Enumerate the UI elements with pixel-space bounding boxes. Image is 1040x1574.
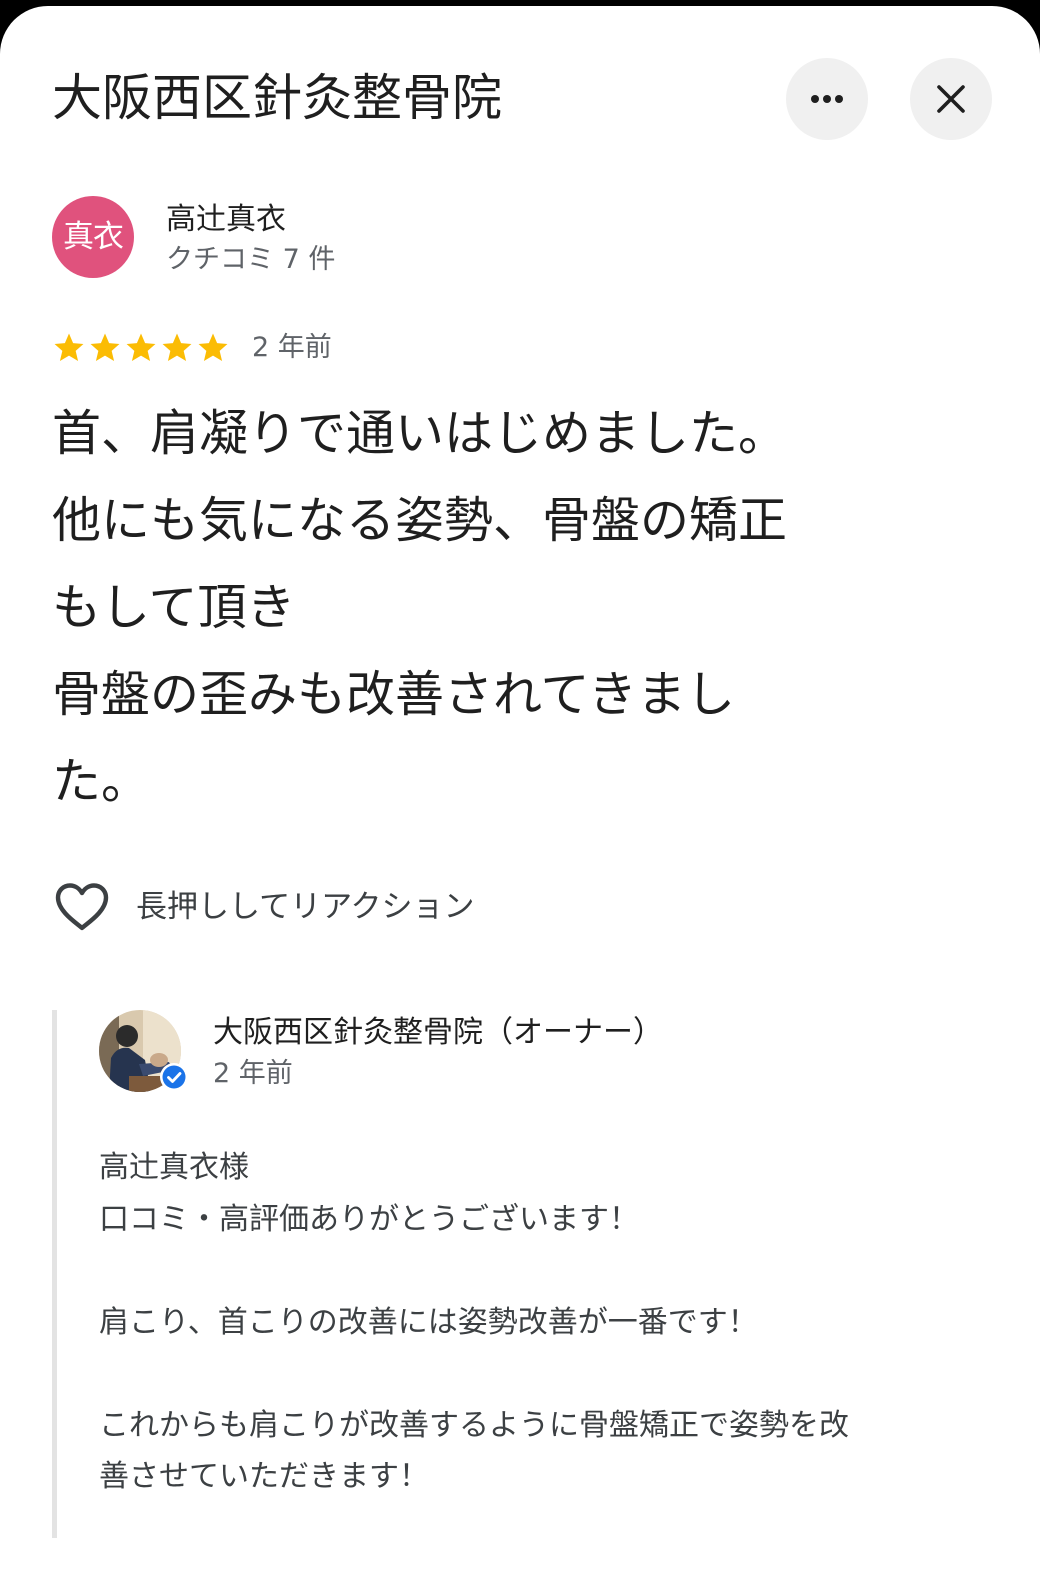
verified-badge-icon xyxy=(160,1063,188,1091)
reaction-label: 長押ししてリアクション xyxy=(136,889,475,925)
rating-row: 2 年前 xyxy=(52,328,332,368)
more-options-button[interactable] xyxy=(786,58,868,140)
reviewer-header[interactable]: 真衣 高辻真衣 クチコミ 7 件 xyxy=(52,196,652,278)
star-icon xyxy=(162,333,192,362)
owner-avatar[interactable] xyxy=(99,1010,188,1092)
heart-outline-icon xyxy=(55,883,109,931)
close-button[interactable] xyxy=(910,58,992,140)
reviewer-review-count: クチコミ 7 件 xyxy=(166,244,336,275)
reviewer-avatar[interactable]: 真衣 xyxy=(52,196,134,278)
review-time: 2 年前 xyxy=(252,332,332,363)
review-detail-sheet: 大阪西区針灸整骨院 真衣 高辻真衣 クチコミ 7 件 2 年前 首、肩凝りで通い… xyxy=(0,6,1040,1574)
owner-reply-time: 2 年前 xyxy=(213,1058,293,1089)
star-icon xyxy=(90,333,120,362)
owner-reply: 大阪西区針灸整骨院（オーナー） 2 年前 高辻真衣様 口コミ・高評価ありがとうご… xyxy=(52,1010,997,1538)
sheet-header: 大阪西区針灸整骨院 xyxy=(52,58,992,140)
star-icon xyxy=(198,333,228,362)
star-icon xyxy=(54,333,84,362)
owner-name: 大阪西区針灸整骨院（オーナー） xyxy=(213,1015,663,1050)
star-icon xyxy=(126,333,156,362)
reviewer-name[interactable]: 高辻真衣 xyxy=(166,200,286,240)
review-text: 首、肩凝りで通いはじめました。 他にも気になる姿勢、骨盤の矯正 もして頂き 骨盤… xyxy=(52,405,788,810)
star-rating xyxy=(52,331,230,365)
close-icon xyxy=(937,85,965,113)
reaction-button[interactable]: 長押ししてリアクション xyxy=(54,878,475,936)
place-title: 大阪西区針灸整骨院 xyxy=(52,69,502,127)
owner-reply-text: 高辻真衣様 口コミ・高評価ありがとうございます！ 肩こり、首こりの改善には姿勢改… xyxy=(99,1150,849,1494)
more-horizontal-icon xyxy=(811,95,843,103)
